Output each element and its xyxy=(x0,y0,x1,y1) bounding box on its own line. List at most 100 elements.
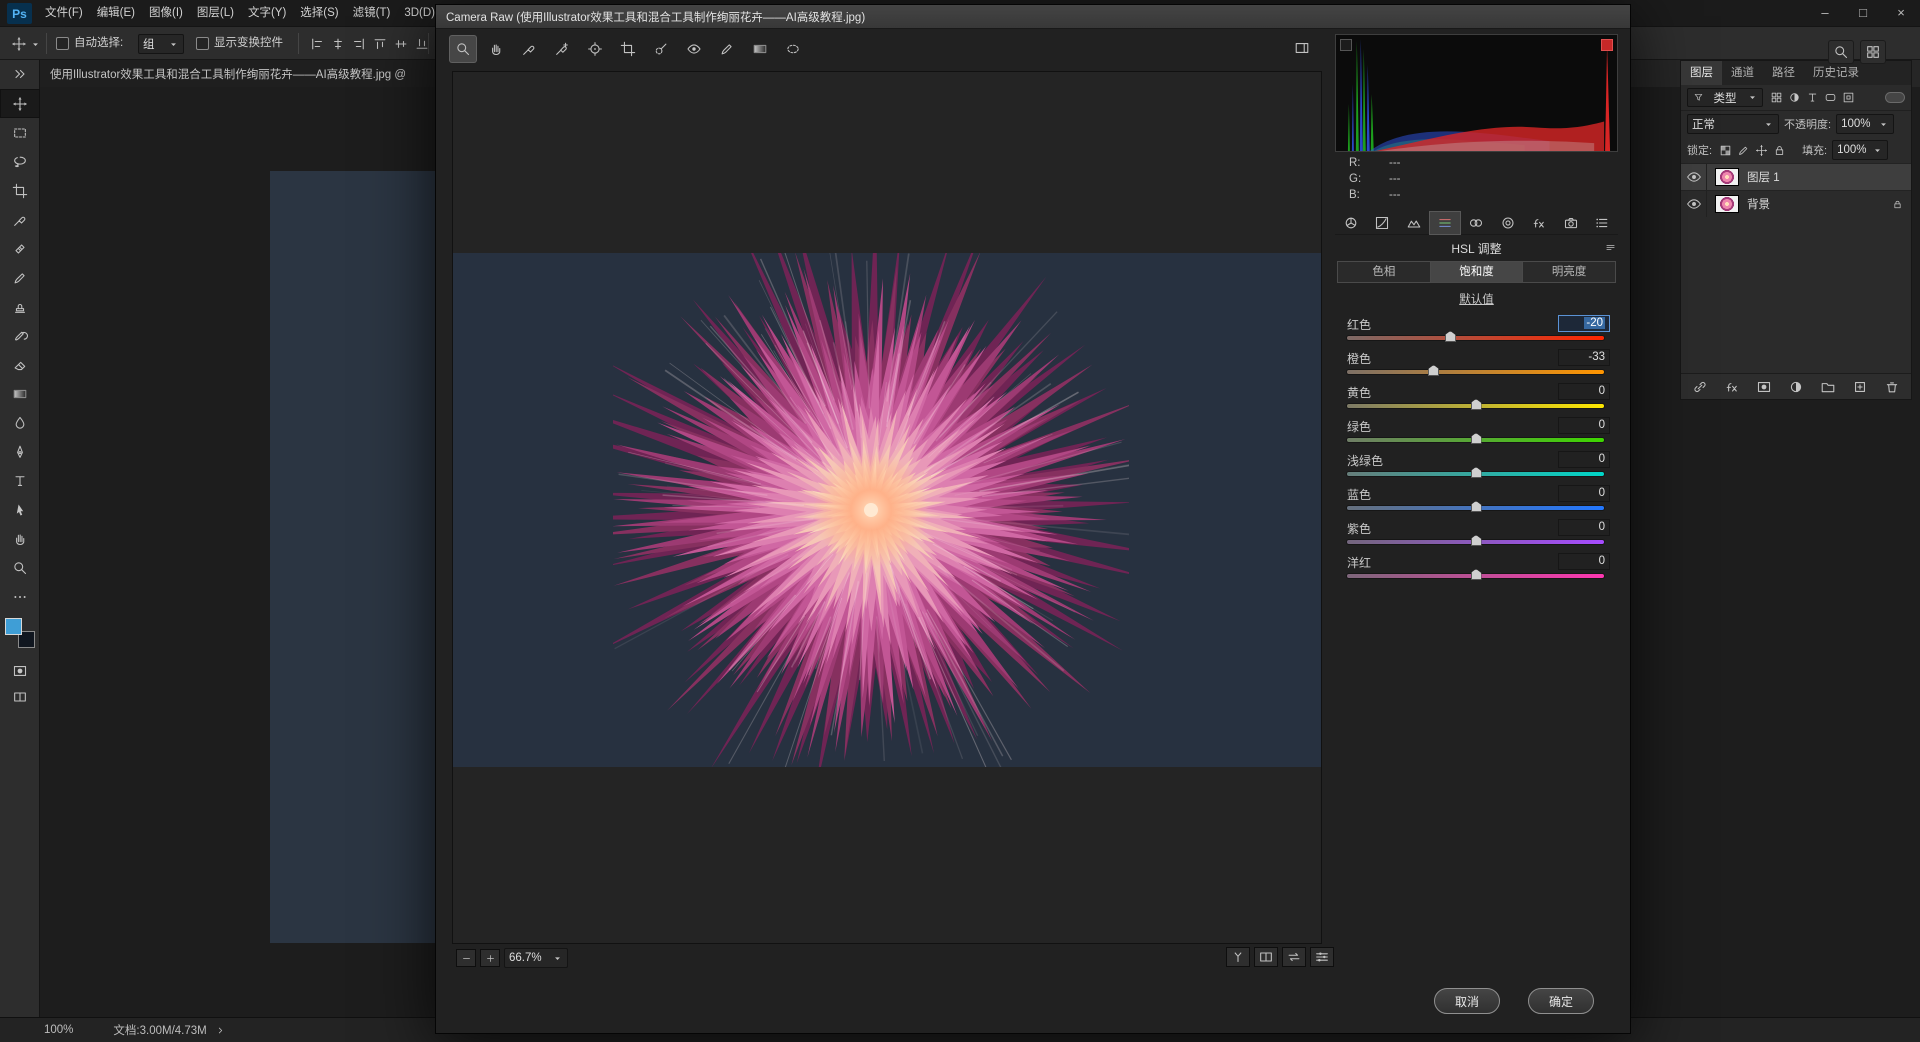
cr-targeted-adjustment-tool-button[interactable] xyxy=(582,36,608,62)
tools-more-icon[interactable] xyxy=(11,588,29,606)
tone-curve-panel-tab[interactable] xyxy=(1366,211,1397,235)
minimize-button[interactable]: – xyxy=(1806,0,1844,27)
crop-tool-button[interactable] xyxy=(0,176,40,205)
hsl-slider-track-purple[interactable] xyxy=(1347,535,1604,546)
menu-layer[interactable]: 图层(L) xyxy=(190,0,241,27)
cr-crop-tool-button[interactable] xyxy=(615,36,641,62)
dock-search-icon[interactable] xyxy=(1828,40,1854,64)
lock-all-icon[interactable] xyxy=(1771,142,1787,158)
hsl-slider-value-orange[interactable]: -33 xyxy=(1558,349,1610,366)
menu-edit[interactable]: 编辑(E) xyxy=(90,0,142,27)
hsl-tab-hue[interactable]: 色相 xyxy=(1337,261,1431,283)
hsl-slider-thumb-magenta[interactable] xyxy=(1470,569,1482,580)
camera-calibration-panel-tab[interactable] xyxy=(1555,211,1586,235)
layer-row-layer1[interactable]: 图层 1 xyxy=(1681,163,1911,190)
hsl-slider-value-magenta[interactable]: 0 xyxy=(1558,553,1610,570)
ok-button[interactable]: 确定 xyxy=(1528,988,1594,1014)
zoom-level-select[interactable]: 66.7% xyxy=(504,948,568,968)
hsl-slider-value-yellow[interactable]: 0 xyxy=(1558,383,1610,400)
layer-group-icon[interactable] xyxy=(1819,378,1837,396)
split-toning-panel-tab[interactable] xyxy=(1461,211,1492,235)
layer-effects-icon[interactable] xyxy=(1723,378,1741,396)
cancel-button[interactable]: 取消 xyxy=(1434,988,1500,1014)
hsl-slider-thumb-aqua[interactable] xyxy=(1470,467,1482,478)
preview-mode-y-button[interactable] xyxy=(1226,947,1250,967)
align-right-icon[interactable] xyxy=(350,35,368,53)
panel-tab-layers[interactable]: 图层 xyxy=(1681,61,1722,85)
blend-mode-select[interactable]: 正常 xyxy=(1687,114,1779,134)
marquee-tool-button[interactable] xyxy=(0,118,40,147)
zoom-in-button[interactable] xyxy=(480,949,500,967)
lock-position-icon[interactable] xyxy=(1753,142,1769,158)
cr-adjustment-brush-tool-button[interactable] xyxy=(714,36,740,62)
hsl-slider-thumb-purple[interactable] xyxy=(1470,535,1482,546)
cr-hand-tool-button[interactable] xyxy=(483,36,509,62)
menu-image[interactable]: 图像(I) xyxy=(142,0,190,27)
foreground-color-swatch[interactable] xyxy=(4,618,22,635)
preview-split-button[interactable] xyxy=(1254,947,1278,967)
auto-select-target-select[interactable]: 组 xyxy=(138,34,184,54)
quick-mask-icon[interactable] xyxy=(11,662,29,680)
align-center-icon[interactable] xyxy=(329,35,347,53)
hsl-tab-saturation[interactable]: 饱和度 xyxy=(1430,261,1524,283)
align-top-icon[interactable] xyxy=(371,35,389,53)
align-middle-icon[interactable] xyxy=(392,35,410,53)
layer-thumbnail[interactable] xyxy=(1715,195,1739,213)
healing-brush-tool-button[interactable] xyxy=(0,234,40,263)
cr-white-balance-tool-button[interactable] xyxy=(516,36,542,62)
presets-panel-tab[interactable] xyxy=(1587,211,1618,235)
pen-tool-button[interactable] xyxy=(0,437,40,466)
cr-zoom-tool-button[interactable] xyxy=(450,36,476,62)
panel-tab-channels[interactable]: 通道 xyxy=(1722,61,1763,85)
hsl-slider-track-blue[interactable] xyxy=(1347,501,1604,512)
lock-pixels-icon[interactable] xyxy=(1735,142,1751,158)
clone-stamp-tool-button[interactable] xyxy=(0,292,40,321)
highlight-clip-toggle[interactable] xyxy=(1601,39,1613,51)
filter-switch[interactable] xyxy=(1885,92,1905,103)
hsl-slider-value-aqua[interactable]: 0 xyxy=(1558,451,1610,468)
hsl-slider-value-red[interactable]: -20 xyxy=(1558,315,1610,332)
tools-collapse-icon[interactable] xyxy=(11,65,29,83)
hsl-slider-thumb-blue[interactable] xyxy=(1470,501,1482,512)
fill-select[interactable]: 100% xyxy=(1832,140,1889,160)
menu-select[interactable]: 选择(S) xyxy=(293,0,345,27)
panel-tab-history[interactable]: 历史记录 xyxy=(1804,61,1868,85)
layer-visibility-icon[interactable] xyxy=(1685,168,1703,186)
cr-radial-filter-tool-button[interactable] xyxy=(780,36,806,62)
hsl-slider-thumb-red[interactable] xyxy=(1444,331,1456,342)
hsl-slider-track-aqua[interactable] xyxy=(1347,467,1604,478)
menu-type[interactable]: 文字(Y) xyxy=(241,0,293,27)
move-tool-button[interactable] xyxy=(0,89,40,118)
gradient-tool-button[interactable] xyxy=(0,379,40,408)
show-transform-checkbox[interactable] xyxy=(196,37,209,50)
close-button[interactable]: × xyxy=(1882,0,1920,27)
hand-tool-button[interactable] xyxy=(0,524,40,553)
smart-object-filter-icon[interactable] xyxy=(1840,90,1856,106)
menu-file[interactable]: 文件(F) xyxy=(38,0,90,27)
cr-red-eye-tool-button[interactable] xyxy=(681,36,707,62)
shape-filter-icon[interactable] xyxy=(1822,90,1838,106)
menu-filter[interactable]: 滤镜(T) xyxy=(346,0,398,27)
layer-visibility-icon[interactable] xyxy=(1685,195,1703,213)
cr-graduated-filter-tool-button[interactable] xyxy=(747,36,773,62)
history-brush-tool-button[interactable] xyxy=(0,321,40,350)
status-expand-icon[interactable] xyxy=(215,1024,227,1036)
brush-tool-button[interactable] xyxy=(0,263,40,292)
opacity-select[interactable]: 100% xyxy=(1836,114,1895,134)
path-selection-tool-button[interactable] xyxy=(0,495,40,524)
adjustment-layer-icon[interactable] xyxy=(1787,378,1805,396)
cr-spot-removal-tool-button[interactable] xyxy=(648,36,674,62)
hsl-slider-track-orange[interactable] xyxy=(1347,365,1604,376)
hsl-slider-track-yellow[interactable] xyxy=(1347,399,1604,410)
status-zoom[interactable]: 100% xyxy=(44,1024,73,1036)
tool-preset-caret-icon[interactable] xyxy=(29,38,41,50)
toggle-panels-icon[interactable] xyxy=(1293,39,1311,57)
image-preview[interactable] xyxy=(452,71,1322,944)
delete-layer-icon[interactable] xyxy=(1883,378,1901,396)
zoom-out-button[interactable] xyxy=(456,949,476,967)
layer-mask-icon[interactable] xyxy=(1755,378,1773,396)
type-tool-button[interactable] xyxy=(0,466,40,495)
eraser-tool-button[interactable] xyxy=(0,350,40,379)
shadow-clip-toggle[interactable] xyxy=(1340,39,1352,51)
default-values-link[interactable]: 默认值 xyxy=(1459,294,1494,306)
